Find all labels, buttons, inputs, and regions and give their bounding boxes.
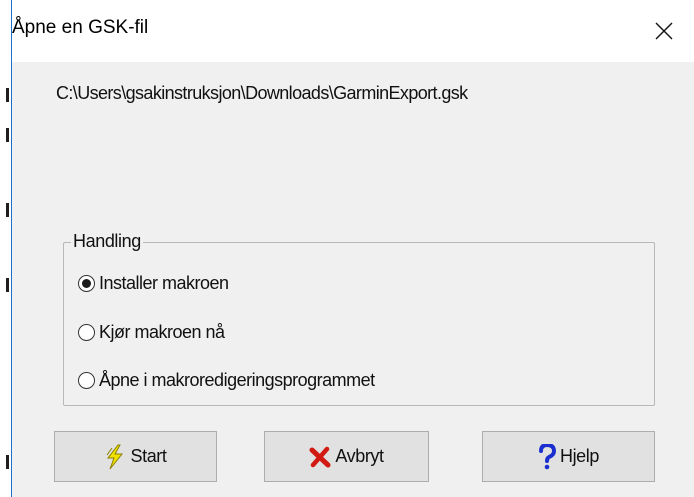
window-title: Åpne en GSK-fil: [12, 17, 149, 38]
red-x-icon: [309, 446, 331, 467]
radio-button[interactable]: [78, 372, 95, 389]
title-bar: Åpne en GSK-fil: [12, 0, 694, 62]
cancel-button-label: Avbryt: [335, 446, 384, 466]
open-gsk-dialog: Åpne en GSK-fil C:\Users\gsakinstruksjon…: [12, 0, 694, 497]
radio-label: Kjør makroen nå: [99, 322, 225, 342]
radio-label: Åpne i makroredigeringsprogrammet: [99, 370, 375, 390]
help-button-label: Hjelp: [559, 446, 600, 466]
radio-dot: [82, 279, 91, 288]
close-icon: [655, 22, 673, 40]
close-button[interactable]: [634, 0, 694, 62]
groupbox-legend: Handling: [71, 231, 143, 252]
radio-button-selected[interactable]: [78, 275, 95, 292]
background-tick: [6, 88, 9, 102]
radio-install-macro[interactable]: Installer makroen: [78, 273, 229, 294]
lightning-icon: [107, 444, 124, 469]
background-window-edge: [0, 0, 12, 497]
cancel-button[interactable]: Avbryt: [264, 431, 429, 482]
radio-label: Installer makroen: [99, 273, 229, 293]
background-tick: [6, 278, 9, 292]
file-path-label: C:\Users\gsakinstruksjon\Downloads\Garmi…: [56, 83, 468, 103]
action-groupbox: Handling Installer makroen Kjør makroen …: [63, 231, 655, 406]
help-button[interactable]: Hjelp: [482, 431, 655, 482]
background-tick: [6, 455, 9, 469]
start-button-label: Start: [130, 446, 167, 466]
start-button[interactable]: Start: [54, 431, 217, 482]
question-mark-icon: [538, 443, 556, 469]
background-tick: [6, 128, 9, 142]
radio-run-macro-now[interactable]: Kjør makroen nå: [78, 322, 225, 343]
radio-open-in-editor[interactable]: Åpne i makroredigeringsprogrammet: [78, 370, 375, 391]
background-tick: [6, 203, 9, 217]
radio-button[interactable]: [78, 324, 95, 341]
